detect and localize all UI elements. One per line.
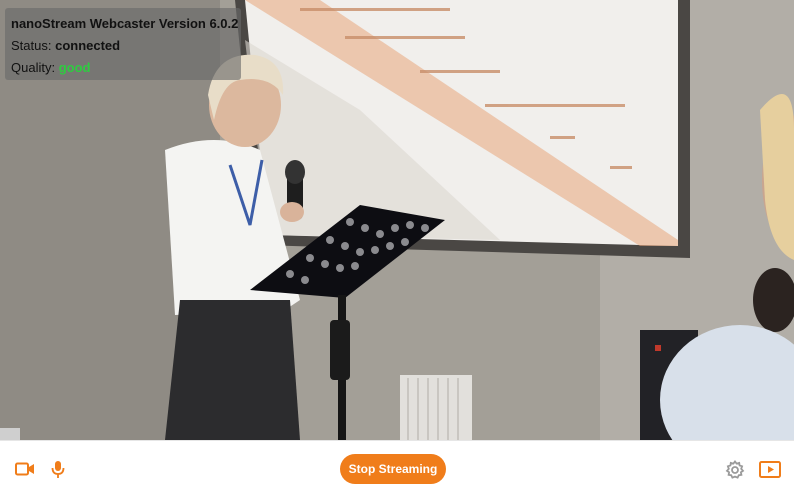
status-value: connected bbox=[55, 38, 121, 53]
gear-icon[interactable] bbox=[725, 460, 745, 480]
microphone-icon[interactable] bbox=[51, 460, 65, 479]
video-camera-icon[interactable] bbox=[15, 462, 35, 476]
stop-streaming-button[interactable]: Stop Streaming bbox=[340, 454, 446, 484]
play-screen-icon[interactable] bbox=[759, 461, 781, 478]
stream-status-panel: nanoStream Webcaster Version 6.0.2 Statu… bbox=[5, 8, 241, 80]
quality-value: good bbox=[58, 60, 91, 75]
status-label: Status: bbox=[11, 38, 52, 53]
status-row: Status: connected bbox=[11, 35, 235, 57]
video-preview: nanoStream Webcaster Version 6.0.2 Statu… bbox=[0, 0, 794, 440]
control-bar: Stop Streaming bbox=[0, 440, 794, 492]
quality-row: Quality: good bbox=[11, 57, 235, 79]
quality-label: Quality: bbox=[11, 60, 56, 75]
app-title: nanoStream Webcaster Version 6.0.2 bbox=[11, 16, 239, 31]
